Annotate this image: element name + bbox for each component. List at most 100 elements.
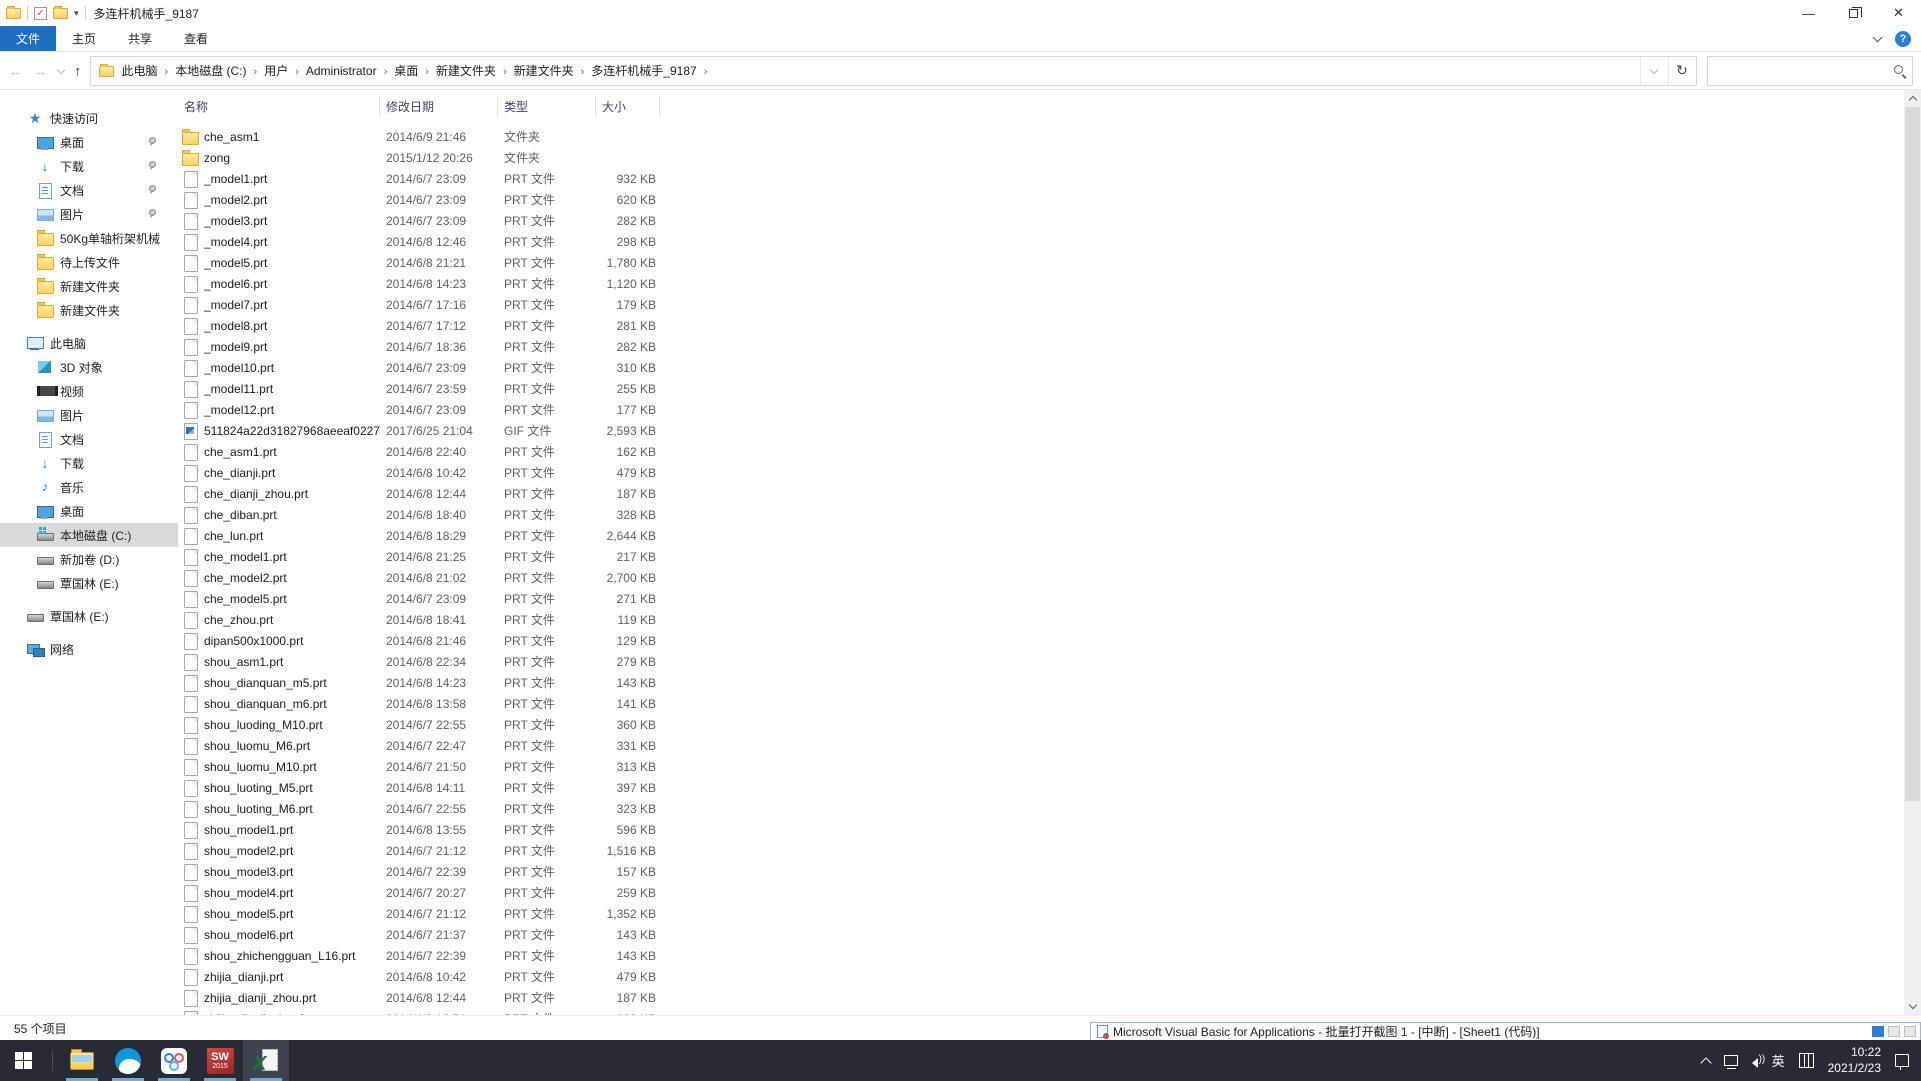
sidebar-section-覃国林 (E:)[interactable]: 覃国林 (E:)	[0, 604, 178, 628]
recent-locations-icon[interactable]	[56, 65, 66, 74]
file-row[interactable]: che_dianji_zhou.prt 2014/6/8 12:44 PRT 文件 1…	[178, 483, 1904, 504]
vertical-scrollbar[interactable]	[1904, 90, 1921, 1015]
sidebar-item-图片[interactable]: 图片	[0, 403, 178, 427]
file-row[interactable]: shou_luomu_M6.prt 2014/6/7 22:47 PRT 文件 331…	[178, 735, 1904, 756]
sidebar-item-视频[interactable]: 视频	[0, 379, 178, 403]
ime-mode-icon[interactable]	[1798, 1053, 1814, 1068]
file-row[interactable]: _model7.prt 2014/6/7 17:16 PRT 文件 179 KB	[178, 294, 1904, 315]
close-button[interactable]: ✕	[1876, 0, 1921, 26]
file-row[interactable]: shou_luoting_M6.prt 2014/6/7 22:55 PRT 文件 3…	[178, 798, 1904, 819]
file-row[interactable]: _model1.prt 2014/6/7 23:09 PRT 文件 932 KB	[178, 168, 1904, 189]
file-row[interactable]: zhijia_dianji_zhou.prt 2014/6/8 12:44 PRT …	[178, 987, 1904, 1008]
breadcrumb-separator-icon[interactable]: ›	[251, 66, 261, 78]
taskbar-solidworks[interactable]: SW 2015	[197, 1040, 243, 1081]
file-row[interactable]: _model6.prt 2014/6/8 14:23 PRT 文件 1,120 KB	[178, 273, 1904, 294]
restore-button[interactable]	[1831, 0, 1876, 26]
sidebar-item-图片[interactable]: 图片	[0, 202, 178, 226]
file-row[interactable]: shou_model6.prt 2014/6/7 21:37 PRT 文件 143 K…	[178, 924, 1904, 945]
file-row[interactable]: che_asm1 2014/6/9 21:46 文件夹	[178, 126, 1904, 147]
file-row[interactable]: shou_luomu_M10.prt 2014/6/7 21:50 PRT 文件 31…	[178, 756, 1904, 777]
file-row[interactable]: _model11.prt 2014/6/7 23:59 PRT 文件 255 KB	[178, 378, 1904, 399]
file-row[interactable]: shou_luoding_M10.prt 2014/6/7 22:55 PRT 文件…	[178, 714, 1904, 735]
file-row[interactable]: _model4.prt 2014/6/8 12:46 PRT 文件 298 KB	[178, 231, 1904, 252]
new-folder-qat-icon[interactable]	[53, 5, 68, 19]
file-row[interactable]: che_lun.prt 2014/6/8 18:29 PRT 文件 2,644 KB	[178, 525, 1904, 546]
breadcrumb-item[interactable]: 本地磁盘 (C:)	[171, 64, 250, 78]
volume-icon[interactable]	[1752, 1054, 1766, 1066]
breadcrumb-separator-icon[interactable]: ›	[701, 66, 711, 78]
file-row[interactable]: che_model2.prt 2014/6/8 21:02 PRT 文件 2,700 …	[178, 567, 1904, 588]
breadcrumb-item[interactable]: 多连杆机械手_9187	[587, 64, 700, 78]
up-icon[interactable]: ↑	[74, 63, 82, 80]
sidebar-item-文档[interactable]: 文档	[0, 427, 178, 451]
file-row[interactable]: shou_luoting_M5.prt 2014/6/8 14:11 PRT 文件 3…	[178, 777, 1904, 798]
sidebar-section-此电脑[interactable]: 此电脑	[0, 331, 178, 355]
taskbar-clock[interactable]: 10:22 2021/2/23	[1828, 1045, 1881, 1076]
column-header-大小[interactable]: 大小	[596, 96, 660, 116]
file-row[interactable]: _model5.prt 2014/6/8 21:21 PRT 文件 1,780 KB	[178, 252, 1904, 273]
file-row[interactable]: zhijia_dianji.prt 2014/6/8 10:42 PRT 文件 479…	[178, 966, 1904, 987]
scroll-up-icon[interactable]	[1904, 90, 1921, 107]
sidebar-item-覃国林 (E:)[interactable]: 覃国林 (E:)	[0, 571, 178, 595]
qat-dropdown-icon[interactable]: ▾	[74, 8, 79, 19]
taskbar-browser[interactable]	[105, 1040, 151, 1081]
sidebar-item-3D 对象[interactable]: 3D 对象	[0, 355, 178, 379]
breadcrumb-separator-icon[interactable]: ›	[578, 66, 588, 78]
column-header-名称[interactable]: 名称	[178, 96, 380, 116]
tab-view[interactable]: 查看	[168, 26, 224, 51]
breadcrumb-item[interactable]: 此电脑	[118, 64, 162, 78]
vba-restore-button[interactable]	[1888, 1026, 1900, 1037]
breadcrumb-separator-icon[interactable]: ›	[381, 66, 391, 78]
file-row[interactable]: dipan500x1000.prt 2014/6/8 21:46 PRT 文件 129…	[178, 630, 1904, 651]
tray-overflow-icon[interactable]	[1699, 1056, 1712, 1069]
file-row[interactable]: _model9.prt 2014/6/7 18:36 PRT 文件 282 KB	[178, 336, 1904, 357]
sidebar-item-桌面[interactable]: 桌面	[0, 499, 178, 523]
file-row[interactable]: _model2.prt 2014/6/7 23:09 PRT 文件 620 KB	[178, 189, 1904, 210]
file-row[interactable]: che_model5.prt 2014/6/7 23:09 PRT 文件 271 KB	[178, 588, 1904, 609]
breadcrumb-item[interactable]: 用户	[260, 64, 292, 78]
sidebar-item-文档[interactable]: 文档	[0, 178, 178, 202]
file-row[interactable]: _model12.prt 2014/6/7 23:09 PRT 文件 177 KB	[178, 399, 1904, 420]
search-input[interactable]	[1707, 57, 1912, 85]
file-row[interactable]: shou_dianquan_m5.prt 2014/6/8 14:23 PRT 文件…	[178, 672, 1904, 693]
file-row[interactable]: shou_dianquan_m6.prt 2014/6/8 13:58 PRT 文件…	[178, 693, 1904, 714]
sidebar-item-新加卷 (D:)[interactable]: 新加卷 (D:)	[0, 547, 178, 571]
breadcrumb-separator-icon[interactable]: ›	[422, 66, 432, 78]
vba-close-button[interactable]	[1904, 1026, 1916, 1037]
breadcrumb-item[interactable]: 新建文件夹	[510, 64, 578, 78]
sidebar-item-新建文件夹[interactable]: 新建文件夹	[0, 274, 178, 298]
tab-share[interactable]: 共享	[112, 26, 168, 51]
sidebar-item-本地磁盘 (C:)[interactable]: 本地磁盘 (C:)	[0, 523, 178, 547]
sidebar-item-待上传文件[interactable]: 待上传文件	[0, 250, 178, 274]
network-icon[interactable]	[1723, 1055, 1738, 1069]
refresh-button[interactable]: ↻	[1667, 57, 1696, 85]
file-row[interactable]: shou_model1.prt 2014/6/8 13:55 PRT 文件 596 K…	[178, 819, 1904, 840]
file-row[interactable]: _model10.prt 2014/6/7 23:09 PRT 文件 310 KB	[178, 357, 1904, 378]
breadcrumb-separator-icon[interactable]: ›	[292, 66, 302, 78]
file-row[interactable]: che_diban.prt 2014/6/8 18:40 PRT 文件 328 KB	[178, 504, 1904, 525]
breadcrumb-item[interactable]: 新建文件夹	[432, 64, 500, 78]
file-row[interactable]: shou_model5.prt 2014/6/7 21:12 PRT 文件 1,352…	[178, 903, 1904, 924]
breadcrumb-item[interactable]: Administrator	[302, 64, 381, 78]
breadcrumb-separator-icon[interactable]: ›	[500, 66, 510, 78]
file-row[interactable]: shou_model2.prt 2014/6/7 21:12 PRT 文件 1,516…	[178, 840, 1904, 861]
properties-qat-icon[interactable]: ✓	[34, 6, 47, 20]
tab-file[interactable]: 文件	[0, 26, 57, 51]
help-icon[interactable]: ?	[1895, 30, 1911, 47]
breadcrumb-item[interactable]: 桌面	[390, 64, 422, 78]
tab-home[interactable]: 主页	[56, 26, 112, 51]
taskbar-file-explorer[interactable]	[59, 1040, 105, 1081]
taskbar-circles-app[interactable]	[151, 1040, 197, 1081]
file-row[interactable]: shou_zhichengguan_L16.prt 2014/6/7 22:39 P…	[178, 945, 1904, 966]
file-row[interactable]: shou_model4.prt 2014/6/7 20:27 PRT 文件 259 K…	[178, 882, 1904, 903]
scroll-down-icon[interactable]	[1904, 998, 1921, 1015]
background-vba-window[interactable]: Microsoft Visual Basic for Applications …	[1090, 1022, 1921, 1040]
sidebar-item-下载[interactable]: ↓ 下载	[0, 154, 178, 178]
vba-button-highlight[interactable]	[1872, 1026, 1884, 1037]
expand-ribbon-icon[interactable]	[1872, 32, 1883, 42]
scrollbar-thumb[interactable]	[1905, 107, 1920, 801]
ime-language-indicator[interactable]: 英	[1772, 1051, 1785, 1070]
address-dropdown[interactable]	[1639, 57, 1668, 85]
file-row[interactable]: _model8.prt 2014/6/7 17:12 PRT 文件 281 KB	[178, 315, 1904, 336]
file-row[interactable]: shou_asm1.prt 2014/6/8 22:34 PRT 文件 279 KB	[178, 651, 1904, 672]
